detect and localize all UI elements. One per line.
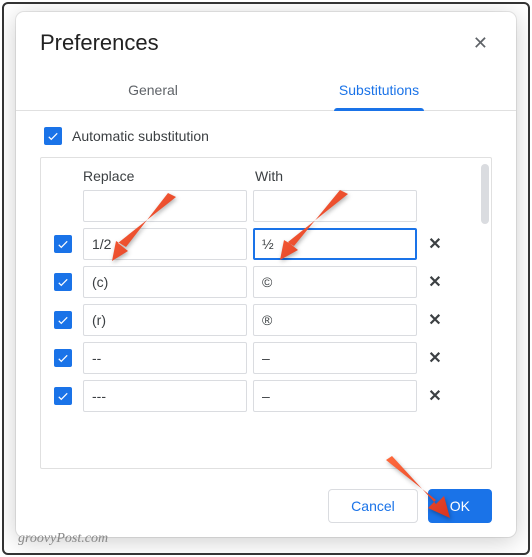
replace-input[interactable]: [83, 190, 247, 222]
ok-button[interactable]: OK: [428, 489, 492, 523]
with-input[interactable]: [253, 380, 417, 412]
replace-input[interactable]: [83, 342, 247, 374]
remove-row-icon[interactable]: ✕: [423, 348, 447, 368]
table-row: ✕: [45, 304, 477, 336]
tabs: General Substitutions: [16, 72, 516, 111]
with-input[interactable]: [253, 342, 417, 374]
cancel-button[interactable]: Cancel: [328, 489, 418, 523]
dialog-title: Preferences: [40, 30, 159, 56]
remove-row-icon[interactable]: ✕: [423, 234, 447, 254]
table-row: ✕: [45, 380, 477, 412]
table-row: [45, 190, 477, 222]
table-row: ✕: [45, 228, 477, 260]
substitutions-table: Replace With: [40, 157, 492, 469]
replace-input[interactable]: [83, 266, 247, 298]
row-checkbox[interactable]: [54, 235, 72, 253]
scrollbar[interactable]: [481, 164, 489, 224]
column-header-with: With: [255, 168, 427, 184]
tab-general[interactable]: General: [40, 72, 266, 110]
watermark: groovyPost.com: [18, 531, 108, 547]
remove-row-icon[interactable]: ✕: [423, 272, 447, 292]
row-checkbox[interactable]: [54, 349, 72, 367]
tab-substitutions[interactable]: Substitutions: [266, 72, 492, 110]
row-checkbox[interactable]: [54, 311, 72, 329]
row-checkbox[interactable]: [54, 387, 72, 405]
row-checkbox[interactable]: [54, 273, 72, 291]
auto-substitution-checkbox[interactable]: [44, 127, 62, 145]
table-row: ✕: [45, 266, 477, 298]
auto-substitution-label: Automatic substitution: [72, 128, 209, 144]
with-input[interactable]: [253, 266, 417, 298]
remove-row-icon[interactable]: ✕: [423, 386, 447, 406]
with-input[interactable]: [253, 228, 417, 260]
column-header-replace: Replace: [83, 168, 255, 184]
replace-input[interactable]: [83, 304, 247, 336]
replace-input[interactable]: [83, 380, 247, 412]
preferences-dialog: Preferences ✕ General Substitutions Auto…: [16, 12, 516, 537]
table-row: ✕: [45, 342, 477, 374]
with-input[interactable]: [253, 304, 417, 336]
remove-row-icon[interactable]: ✕: [423, 310, 447, 330]
replace-input[interactable]: [83, 228, 247, 260]
close-icon[interactable]: ✕: [469, 30, 492, 56]
with-input[interactable]: [253, 190, 417, 222]
